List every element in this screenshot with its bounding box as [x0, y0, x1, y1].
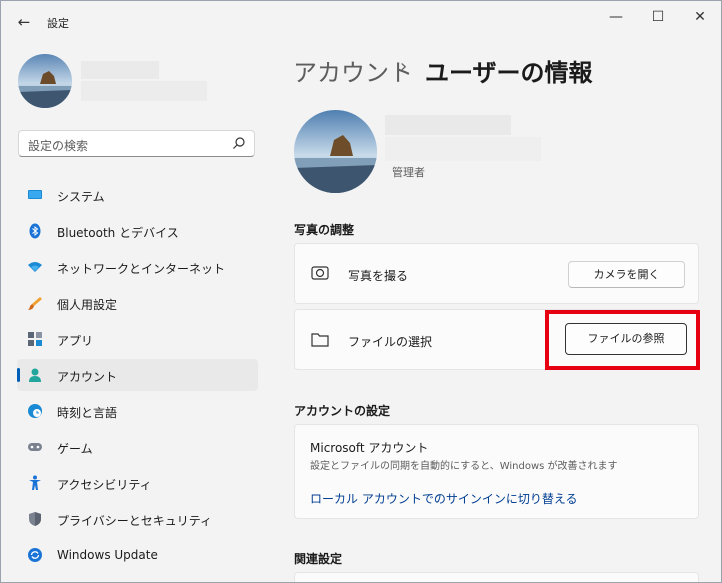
sidebar-avatar[interactable]	[18, 54, 72, 108]
search-icon	[233, 137, 245, 149]
breadcrumb-separator: ›	[400, 56, 408, 77]
sidebar-item-label: プライバシーとセキュリティ	[57, 514, 213, 528]
camera-icon	[311, 266, 329, 280]
breadcrumb-parent[interactable]: アカウント	[293, 53, 413, 88]
close-icon: ✕	[694, 9, 706, 25]
user-avatar	[294, 110, 377, 193]
sidebar-item-privacy[interactable]: プライバシーとセキュリティ	[1, 503, 259, 535]
sidebar-item-bluetooth[interactable]: Bluetooth とデバイス	[1, 215, 259, 247]
sidebar-item-label: アカウント	[57, 370, 118, 384]
title-bar: ← 設定 — ☐ ✕	[1, 1, 721, 41]
account-email-blurred	[385, 137, 541, 161]
sidebar-item-label: アクセシビリティ	[57, 478, 152, 492]
monitor-icon	[28, 190, 42, 199]
globe-clock-icon	[28, 404, 42, 418]
open-camera-button[interactable]: カメラを開く	[568, 261, 685, 288]
account-section-header: アカウントの設定	[294, 404, 391, 418]
sidebar-item-accounts[interactable]: アカウント	[17, 359, 258, 391]
account-name-blurred	[385, 115, 511, 135]
related-settings-card	[294, 572, 699, 582]
brush-icon	[28, 297, 42, 310]
sidebar-item-windows-update[interactable]: Windows Update	[1, 539, 259, 571]
switch-to-local-account-link[interactable]: ローカル アカウントでのサインインに切り替える	[310, 490, 577, 507]
maximize-button[interactable]: ☐	[643, 7, 673, 27]
folder-icon	[311, 333, 329, 347]
microsoft-account-description: 設定とファイルの同期を自動的にすると、Windows が改善されます	[310, 461, 618, 472]
microsoft-account-title: Microsoft アカウント	[310, 441, 429, 455]
user-name-blurred	[81, 61, 159, 79]
browse-files-button[interactable]: ファイルの参照	[565, 323, 687, 355]
sidebar-item-network[interactable]: ネットワークとインターネット	[1, 251, 259, 283]
maximize-icon: ☐	[651, 9, 665, 25]
choose-file-label: ファイルの選択	[348, 335, 433, 349]
back-arrow-icon: ←	[17, 13, 31, 31]
search-placeholder: 設定の検索	[28, 139, 89, 153]
sidebar-item-accessibility[interactable]: アクセシビリティ	[1, 467, 259, 499]
page-title: ユーザーの情報	[425, 59, 593, 87]
sidebar-item-personalization[interactable]: 個人用設定	[1, 287, 259, 319]
back-button[interactable]: ←	[13, 11, 35, 33]
sidebar-item-label: 個人用設定	[57, 298, 118, 312]
settings-window: ← 設定 — ☐ ✕ 設定の検索 システム Bluetooth とデバイス ネッ…	[0, 0, 722, 583]
wifi-icon	[28, 262, 42, 272]
sidebar-item-label: ネットワークとインターネット	[57, 262, 226, 276]
sidebar-item-label: ゲーム	[57, 442, 93, 456]
minimize-button[interactable]: —	[601, 7, 631, 27]
app-title: 設定	[47, 17, 69, 30]
bluetooth-icon	[29, 223, 41, 239]
take-photo-label: 写真を撮る	[348, 269, 409, 283]
sidebar-item-apps[interactable]: アプリ	[1, 323, 259, 355]
person-icon	[29, 368, 41, 382]
sidebar-item-time-language[interactable]: 時刻と言語	[1, 395, 259, 427]
user-role: 管理者	[392, 166, 425, 179]
apps-icon	[28, 332, 42, 346]
sidebar-item-label: アプリ	[57, 334, 94, 348]
shield-icon	[29, 512, 41, 526]
update-icon	[28, 548, 42, 562]
microsoft-account-card: Microsoft アカウント 設定とファイルの同期を自動的にすると、Windo…	[294, 424, 699, 519]
sidebar-item-system[interactable]: システム	[1, 179, 259, 211]
sidebar-item-label: Windows Update	[57, 548, 158, 562]
gamepad-icon	[28, 443, 42, 451]
minimize-icon: —	[609, 9, 623, 25]
user-email-blurred	[81, 81, 207, 101]
sidebar-item-label: Bluetooth とデバイス	[57, 226, 179, 240]
related-section-header: 関連設定	[294, 552, 343, 566]
take-photo-card: 写真を撮る カメラを開く	[294, 243, 699, 304]
photo-section-header: 写真の調整	[294, 223, 355, 237]
accessibility-icon	[29, 475, 41, 490]
close-button[interactable]: ✕	[685, 7, 715, 27]
sidebar-item-label: システム	[57, 190, 105, 204]
sidebar-item-label: 時刻と言語	[57, 406, 118, 420]
selection-indicator	[17, 368, 20, 382]
sidebar-item-gaming[interactable]: ゲーム	[1, 431, 259, 463]
search-box[interactable]: 設定の検索	[18, 130, 255, 157]
